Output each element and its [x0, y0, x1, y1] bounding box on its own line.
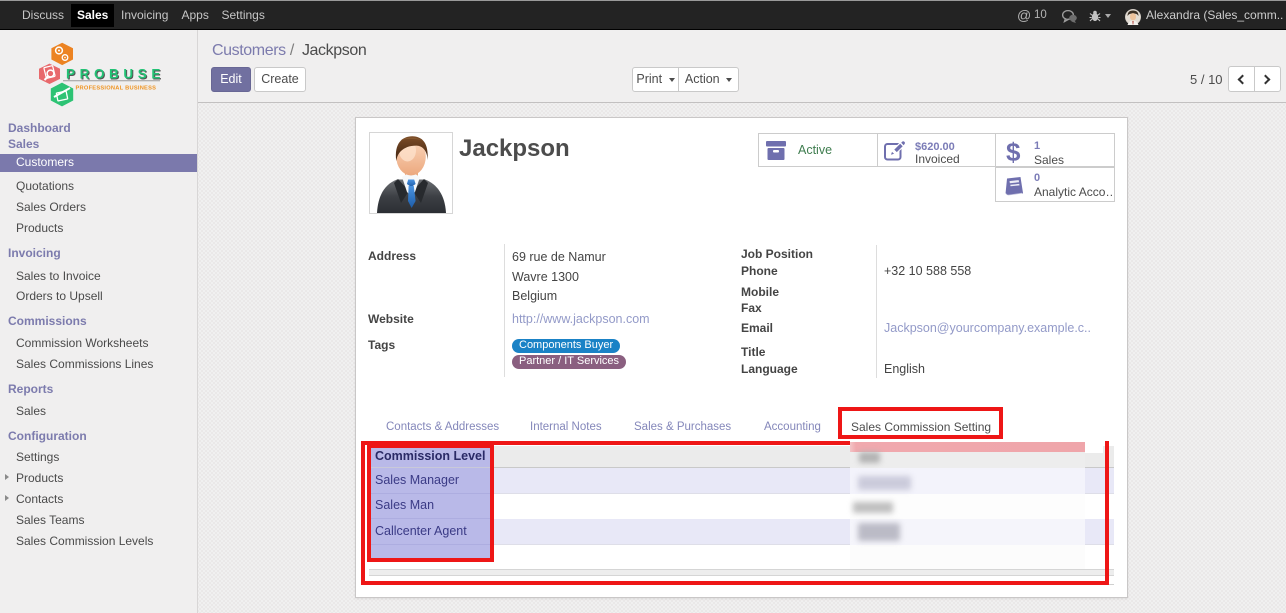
svg-text:PROBUSE: PROBUSE [66, 66, 165, 81]
svg-text:PROFESSIONAL BUSINESS: PROFESSIONAL BUSINESS [76, 86, 157, 92]
